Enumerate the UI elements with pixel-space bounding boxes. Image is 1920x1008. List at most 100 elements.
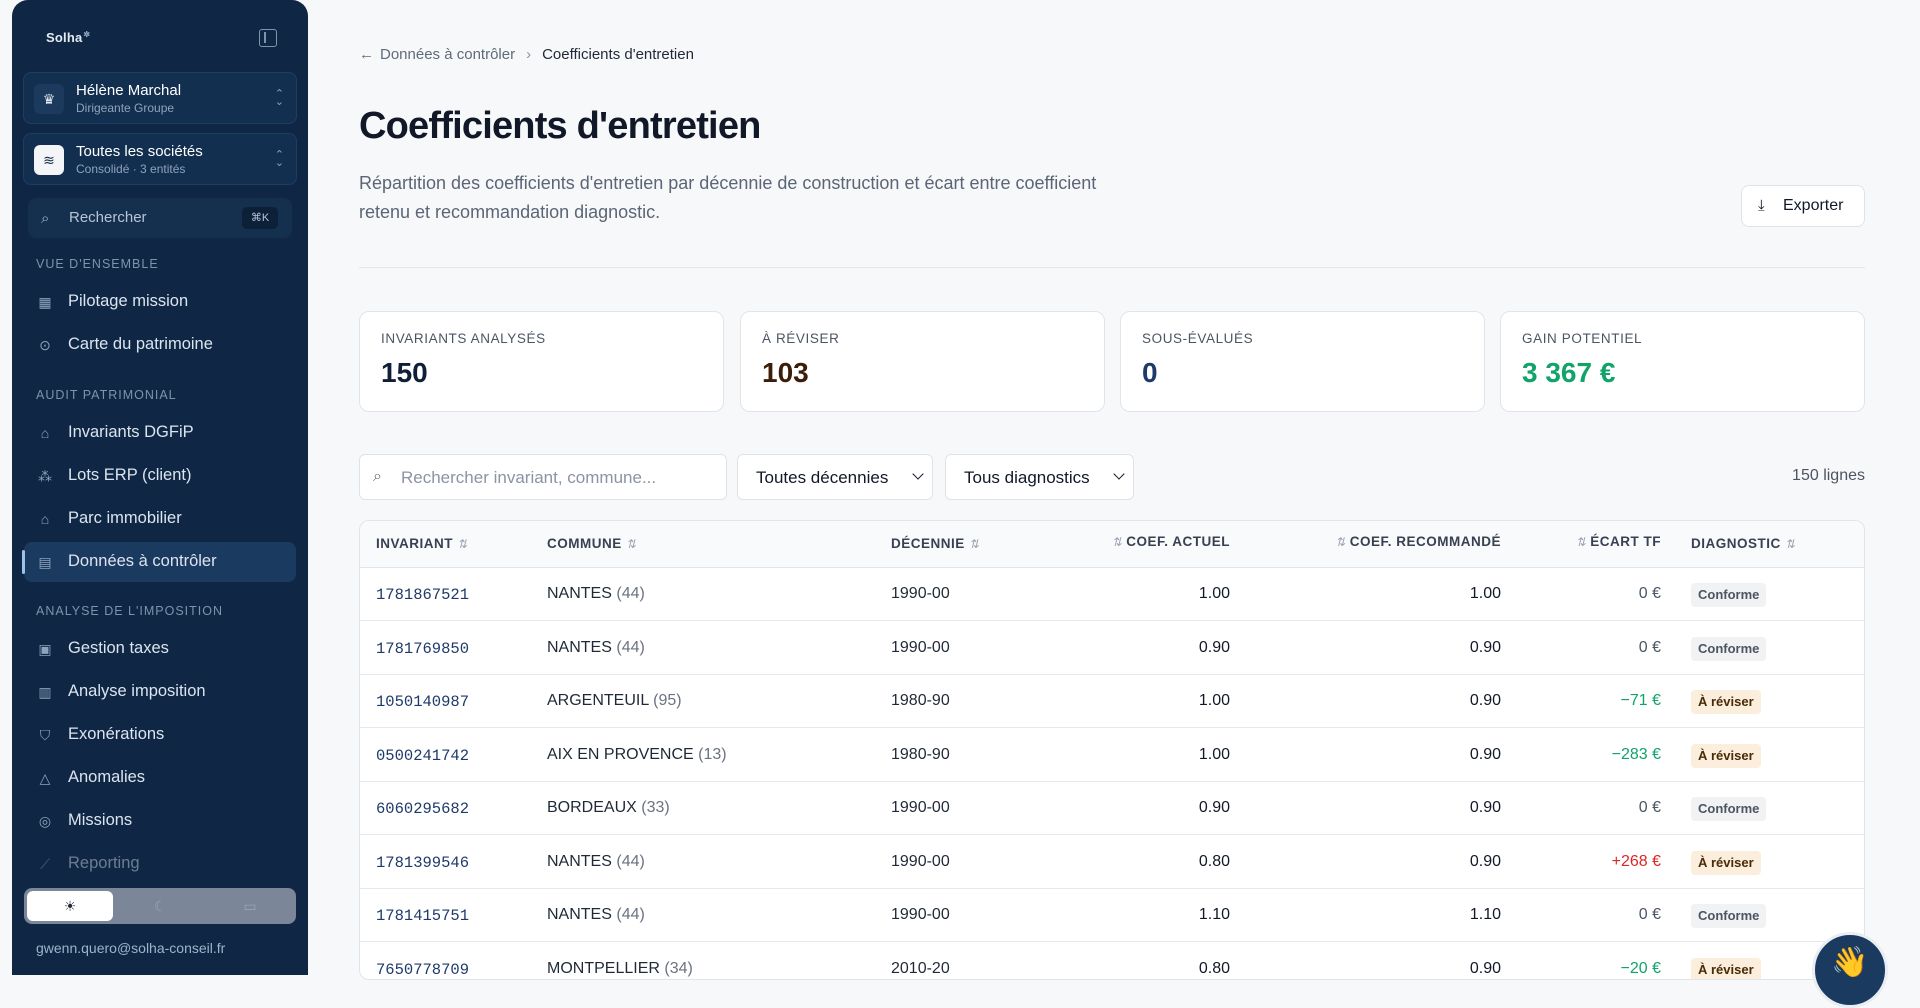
column-header[interactable]: ⇅ Coef. recommandé (1335, 534, 1501, 549)
nav-analyse-imposition[interactable]: ▥ Analyse imposition (24, 672, 296, 712)
nav-parc-immobilier[interactable]: ⌂ Parc immobilier (24, 499, 296, 539)
recommended-coef-cell: 1.10 (1469, 906, 1501, 923)
breadcrumb-back-link[interactable]: Données à contrôler (380, 46, 515, 63)
decade-cell: 1990-00 (891, 852, 950, 870)
status-badge: Conforme (1691, 797, 1767, 821)
invariant-link[interactable]: 0500241742 (376, 747, 469, 765)
commune-cell: AIX EN PROVENCE (13) (547, 745, 727, 763)
data-table: Invariant ⇅ Commune ⇅ Décennie ⇅ ⇅ Coef.… (359, 520, 1865, 980)
arrow-left-icon[interactable]: ← (359, 46, 374, 63)
layers-icon: ≋ (34, 145, 64, 175)
nav-invariants-dgfip[interactable]: ⌂ Invariants DGFiP (24, 413, 296, 453)
invariant-link[interactable]: 1781399546 (376, 854, 469, 872)
shortcut-badge: ⌘K (242, 207, 278, 229)
gap-cell: −71 € (1620, 692, 1661, 709)
actual-coef-cell: 0.90 (1198, 638, 1230, 656)
recommended-coef-cell: 1.00 (1469, 585, 1501, 602)
table-row[interactable]: 1781415751 NANTES (44) 1990-00 1.10 1.10 0 € C… (360, 889, 1864, 942)
nav-anomalies[interactable]: △ Anomalies (24, 758, 296, 798)
table-row[interactable]: 6060295682 BORDEAUX (33) 1990-00 0.90 0.90 0 … (360, 782, 1864, 835)
nav-pilotage-mission[interactable]: ▦ Pilotage mission (24, 282, 296, 322)
column-header[interactable]: ⇅ Coef. actuel (1112, 534, 1230, 549)
invariant-link[interactable]: 1781415751 (376, 907, 469, 925)
gap-cell: 0 € (1638, 799, 1661, 816)
nav-exonerations[interactable]: ⛉ Exonérations (24, 715, 296, 755)
sidebar-search[interactable]: ⌕ Rechercher ⌘K (28, 198, 292, 238)
invariant-link[interactable]: 7650778709 (376, 961, 469, 979)
invariant-link[interactable]: 1781769850 (376, 640, 469, 658)
section-title: Vue d'ensemble (36, 257, 159, 271)
nav-reporting[interactable]: ⟋ Reporting (24, 844, 296, 884)
user-switcher[interactable]: ♛ Hélène Marchal Dirigeante Groupe ⌃ ⌄ (23, 72, 297, 124)
table-row[interactable]: 1050140987 ARGENTEUIL (95) 1980-90 1.00 0.90… (360, 675, 1864, 728)
table-row[interactable]: 7650778709 MONTPELLIER (34) 2010-20 0.80 0.9… (360, 943, 1864, 979)
company-switcher[interactable]: ≋ Toutes les sociétés Consolidé · 3 enti… (23, 133, 297, 185)
column-header[interactable]: Commune ⇅ (547, 536, 636, 551)
sort-icon: ⇅ (1785, 537, 1796, 551)
download-icon: ⤓ (1758, 197, 1765, 214)
search-placeholder: Rechercher (69, 209, 147, 226)
recommended-coef-cell: 0.90 (1469, 799, 1501, 816)
section-title: Audit patrimonial (36, 388, 177, 402)
receipt-icon: ▣ (38, 641, 52, 657)
recommended-coef-cell: 0.90 (1469, 852, 1501, 870)
sort-icon: ⇅ (1111, 535, 1122, 549)
table-row[interactable]: 0500241742 AIX EN PROVENCE (13) 1980-90 1.0… (360, 729, 1864, 782)
moon-icon[interactable]: ☾ (117, 891, 203, 921)
user-name: Hélène Marchal (76, 82, 182, 99)
user-email: gwenn.quero@solha-conseil.fr (36, 940, 226, 956)
status-badge: À réviser (1691, 690, 1761, 714)
sun-icon[interactable]: ☀ (27, 891, 113, 921)
actual-coef-cell: 1.10 (1198, 906, 1230, 923)
line-chart-icon: ⟋ (40, 856, 50, 872)
monitor-icon[interactable]: ▭ (207, 891, 293, 921)
breadcrumb-current: Coefficients d'entretien (542, 46, 694, 63)
solha-logo[interactable]: Solha✲ (46, 30, 90, 45)
search-icon: ⌕ (41, 210, 50, 227)
diagnostic-select[interactable]: Tous diagnostics (945, 454, 1134, 500)
bar-chart-icon: ▥ (38, 684, 52, 700)
sort-icon: ⇅ (457, 537, 468, 551)
table-row[interactable]: 1781769850 NANTES (44) 1990-00 0.90 0.90 0 € C… (360, 622, 1864, 675)
decade-cell: 1990-00 (891, 585, 950, 602)
table-search-input[interactable]: ⌕ Rechercher invariant, commune... (359, 454, 727, 500)
table-header: Invariant ⇅ Commune ⇅ Décennie ⇅ ⇅ Coef.… (360, 521, 1864, 568)
invariant-link[interactable]: 6060295682 (376, 800, 469, 818)
table-row[interactable]: 1781399546 NANTES (44) 1990-00 0.80 0.90 +268… (360, 836, 1864, 889)
decade-cell: 1980-90 (891, 692, 950, 709)
gap-cell: 0 € (1638, 638, 1661, 656)
row-count: 150 lignes (1792, 467, 1865, 484)
sort-icon: ⇅ (626, 537, 637, 551)
kpi-card: À réviser 103 (740, 311, 1105, 412)
export-button[interactable]: ⤓ Exporter (1741, 185, 1865, 227)
table-row[interactable]: 1781867521 NANTES (44) 1990-00 1.00 1.00 0 € C… (360, 568, 1864, 621)
chevron-down-icon (912, 468, 924, 480)
nav-donnees-a-controler[interactable]: ▤ Données à contrôler (22, 542, 296, 582)
commune-cell: NANTES (44) (547, 638, 645, 656)
nav-lots-erp[interactable]: ⁂ Lots ERP (client) (24, 456, 296, 496)
chevron-updown-icon: ⌃ ⌄ (274, 88, 284, 108)
decade-select[interactable]: Toutes décennies (737, 454, 933, 500)
nav-carte-patrimoine[interactable]: ⊙ Carte du patrimoine (24, 325, 296, 365)
column-header[interactable]: Invariant ⇅ (376, 536, 467, 551)
actual-coef-cell: 0.90 (1198, 799, 1230, 816)
wave-hand-icon[interactable]: 👋 (1812, 932, 1888, 1008)
crown-icon: ♛ (34, 84, 64, 114)
gap-cell: −283 € (1611, 745, 1661, 763)
section-title: Analyse de l'imposition (36, 604, 224, 618)
actual-coef-cell: 1.00 (1198, 585, 1230, 602)
gap-cell: 0 € (1638, 906, 1661, 923)
column-header[interactable]: Diagnostic ⇅ (1691, 536, 1795, 551)
invariant-link[interactable]: 1781867521 (376, 586, 469, 604)
dashboard-icon: ▦ (38, 294, 52, 310)
invariant-link[interactable]: 1050140987 (376, 693, 469, 711)
boxes-icon: ⁂ (38, 468, 52, 484)
kpi-card: Gain potentiel 3 367 € (1500, 311, 1865, 412)
sidebar-header: Solha✲ (12, 0, 308, 76)
column-header[interactable]: ⇅ Écart TF (1576, 534, 1661, 549)
nav-missions[interactable]: ◎ Missions (24, 801, 296, 841)
sidebar-collapse-icon[interactable] (259, 29, 277, 47)
recommended-coef-cell: 0.90 (1469, 692, 1501, 709)
column-header[interactable]: Décennie ⇅ (891, 536, 979, 551)
nav-gestion-taxes[interactable]: ▣ Gestion taxes (24, 629, 296, 669)
